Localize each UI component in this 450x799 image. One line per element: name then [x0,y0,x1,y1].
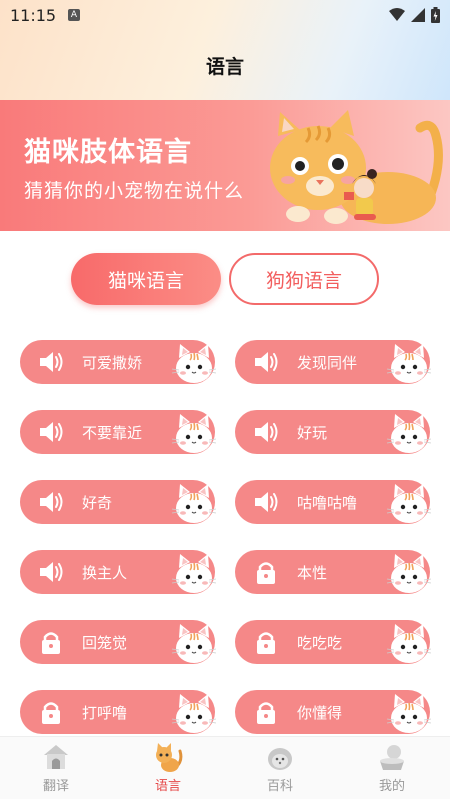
cat-face-icon [386,412,432,456]
signal-icon [411,8,425,22]
nav-label-encyclopedia: 百科 [266,779,293,794]
phrase-item[interactable]: 打呼噜 [20,690,217,736]
status-bar: 11:15 A [0,0,450,30]
battery-icon [431,7,440,23]
speaker-icon [253,420,279,444]
phrase-label: 不要靠近 [82,424,143,442]
phrase-item[interactable]: 可爱撒娇 [20,340,217,386]
cat-face-icon [386,622,432,666]
phrase-item[interactable]: 好玩 [235,410,432,456]
phrase-label: 回笼觉 [82,634,128,652]
doghouse-icon [44,745,68,769]
status-icons [389,7,440,23]
tab-dog-language[interactable]: 狗狗语言 [229,253,379,305]
phrase-item[interactable]: 好奇 [20,480,217,526]
banner-subtitle: 猜猜你的小宠物在说什么 [24,180,245,202]
nav-label-translate: 翻译 [42,779,69,794]
tab-cat-language[interactable]: 猫咪语言 [71,253,221,305]
banner: 猫咪肢体语言 猜猜你的小宠物在说什么 [0,100,450,231]
lock-icon [253,560,279,584]
speaker-icon [253,350,279,374]
pet-bowl-icon [380,745,404,770]
cat-and-girl-illustration [270,110,443,224]
phrase-label: 本性 [297,564,328,582]
nav-item-translate[interactable]: 翻译 [0,737,112,799]
speaker-icon [38,490,64,514]
lock-icon [38,630,64,654]
status-time: 11:15 [10,6,57,25]
phrase-label: 好奇 [82,494,113,512]
lock-icon [253,630,279,654]
cat-face-icon [171,622,217,666]
phrase-label: 吃吃吃 [297,634,343,652]
cat-face-icon [386,552,432,596]
phrase-item[interactable]: 咕噜咕噜 [235,480,432,526]
hedgehog-icon [268,748,292,770]
nav-label-mine: 我的 [378,779,405,794]
phrase-item[interactable]: 吃吃吃 [235,620,432,666]
lock-icon [38,700,64,724]
phrase-label: 打呼噜 [82,704,128,722]
bottom-nav: 翻译 语言 百科 我的 [0,736,450,799]
language-tabs: 猫咪语言 狗狗语言 [0,253,450,305]
cat-icon [156,743,183,772]
cat-face-icon [171,342,217,386]
phrase-item[interactable]: 本性 [235,550,432,596]
cat-face-icon [386,692,432,736]
cat-face-icon [171,692,217,736]
phrase-label: 咕噜咕噜 [297,494,358,512]
phrase-item[interactable]: 换主人 [20,550,217,596]
phrase-item[interactable]: 发现同伴 [235,340,432,386]
cat-face-icon [386,482,432,526]
phrase-item[interactable]: 回笼觉 [20,620,217,666]
speaker-icon [253,490,279,514]
nav-label-language: 语言 [154,779,181,794]
cat-face-icon [386,342,432,386]
banner-title: 猫咪肢体语言 [24,137,192,168]
phrase-label: 你懂得 [297,704,343,722]
cat-face-icon [171,482,217,526]
speaker-icon [38,420,64,444]
phrase-item[interactable]: 你懂得 [235,690,432,736]
lock-icon [253,700,279,724]
top-gradient-area: 11:15 A 语言 [0,0,450,100]
phrase-label: 发现同伴 [297,354,358,372]
speaker-icon [38,560,64,584]
phrase-label: 换主人 [82,564,128,582]
phrase-label: 可爱撒娇 [82,354,143,372]
cat-face-icon [171,412,217,456]
wifi-icon [389,8,405,21]
nav-item-mine[interactable]: 我的 [336,737,448,799]
phrase-label: 好玩 [297,424,328,442]
nav-item-language[interactable]: 语言 [112,737,224,799]
speaker-icon [38,350,64,374]
phrase-item[interactable]: 不要靠近 [20,410,217,456]
nav-item-encyclopedia[interactable]: 百科 [224,737,336,799]
cat-face-icon [171,552,217,596]
notification-badge: A [68,9,80,21]
page-title: 语言 [205,56,244,78]
